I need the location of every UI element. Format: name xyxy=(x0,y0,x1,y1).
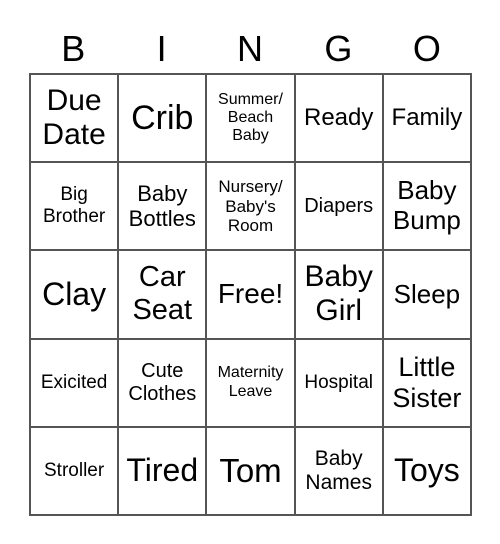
bingo-header: B I N G O xyxy=(29,26,471,72)
bingo-cell[interactable]: Ready xyxy=(294,74,383,163)
bingo-cell[interactable]: Sleep xyxy=(382,250,471,339)
header-letter-o: O xyxy=(412,28,441,69)
bingo-cell[interactable]: Due Date xyxy=(30,74,119,163)
bingo-cell[interactable]: Tired xyxy=(118,426,207,515)
bingo-cell[interactable]: Nursery/ Baby's Room xyxy=(206,162,295,251)
header-letter-b: B xyxy=(61,28,86,69)
bingo-cell[interactable]: Diapers xyxy=(294,162,383,251)
bingo-cell[interactable]: Crib xyxy=(118,74,207,163)
bingo-cell[interactable]: Baby Girl xyxy=(294,250,383,339)
bingo-cell[interactable]: Big Brother xyxy=(30,162,119,251)
bingo-cell[interactable]: Stroller xyxy=(30,426,119,515)
bingo-cell[interactable]: Baby Bump xyxy=(382,162,471,251)
bingo-cell[interactable]: Maternity Leave xyxy=(206,338,295,427)
bingo-cell[interactable]: Hospital xyxy=(294,338,383,427)
bingo-cell[interactable]: Exicited xyxy=(30,338,119,427)
bingo-cell[interactable]: Free! xyxy=(206,250,295,339)
bingo-grid: Due Date Crib Summer/ Beach Baby Ready Famil… xyxy=(29,73,472,516)
header-letter-n: N xyxy=(237,28,264,69)
bingo-cell[interactable]: Baby Bottles xyxy=(118,162,207,251)
bingo-cell[interactable]: Clay xyxy=(30,250,119,339)
bingo-cell[interactable]: Toys xyxy=(382,426,471,515)
bingo-cell[interactable]: Family xyxy=(382,74,471,163)
bingo-cell[interactable]: Baby Names xyxy=(294,426,383,515)
bingo-cell[interactable]: Car Seat xyxy=(118,250,207,339)
bingo-cell[interactable]: Little Sister xyxy=(382,338,471,427)
bingo-cell[interactable]: Cute Clothes xyxy=(118,338,207,427)
header-letter-g: G xyxy=(324,28,353,69)
bingo-cell[interactable]: Summer/ Beach Baby xyxy=(206,74,295,163)
header-letter-i: I xyxy=(156,28,167,69)
bingo-cell[interactable]: Tom xyxy=(206,426,295,515)
